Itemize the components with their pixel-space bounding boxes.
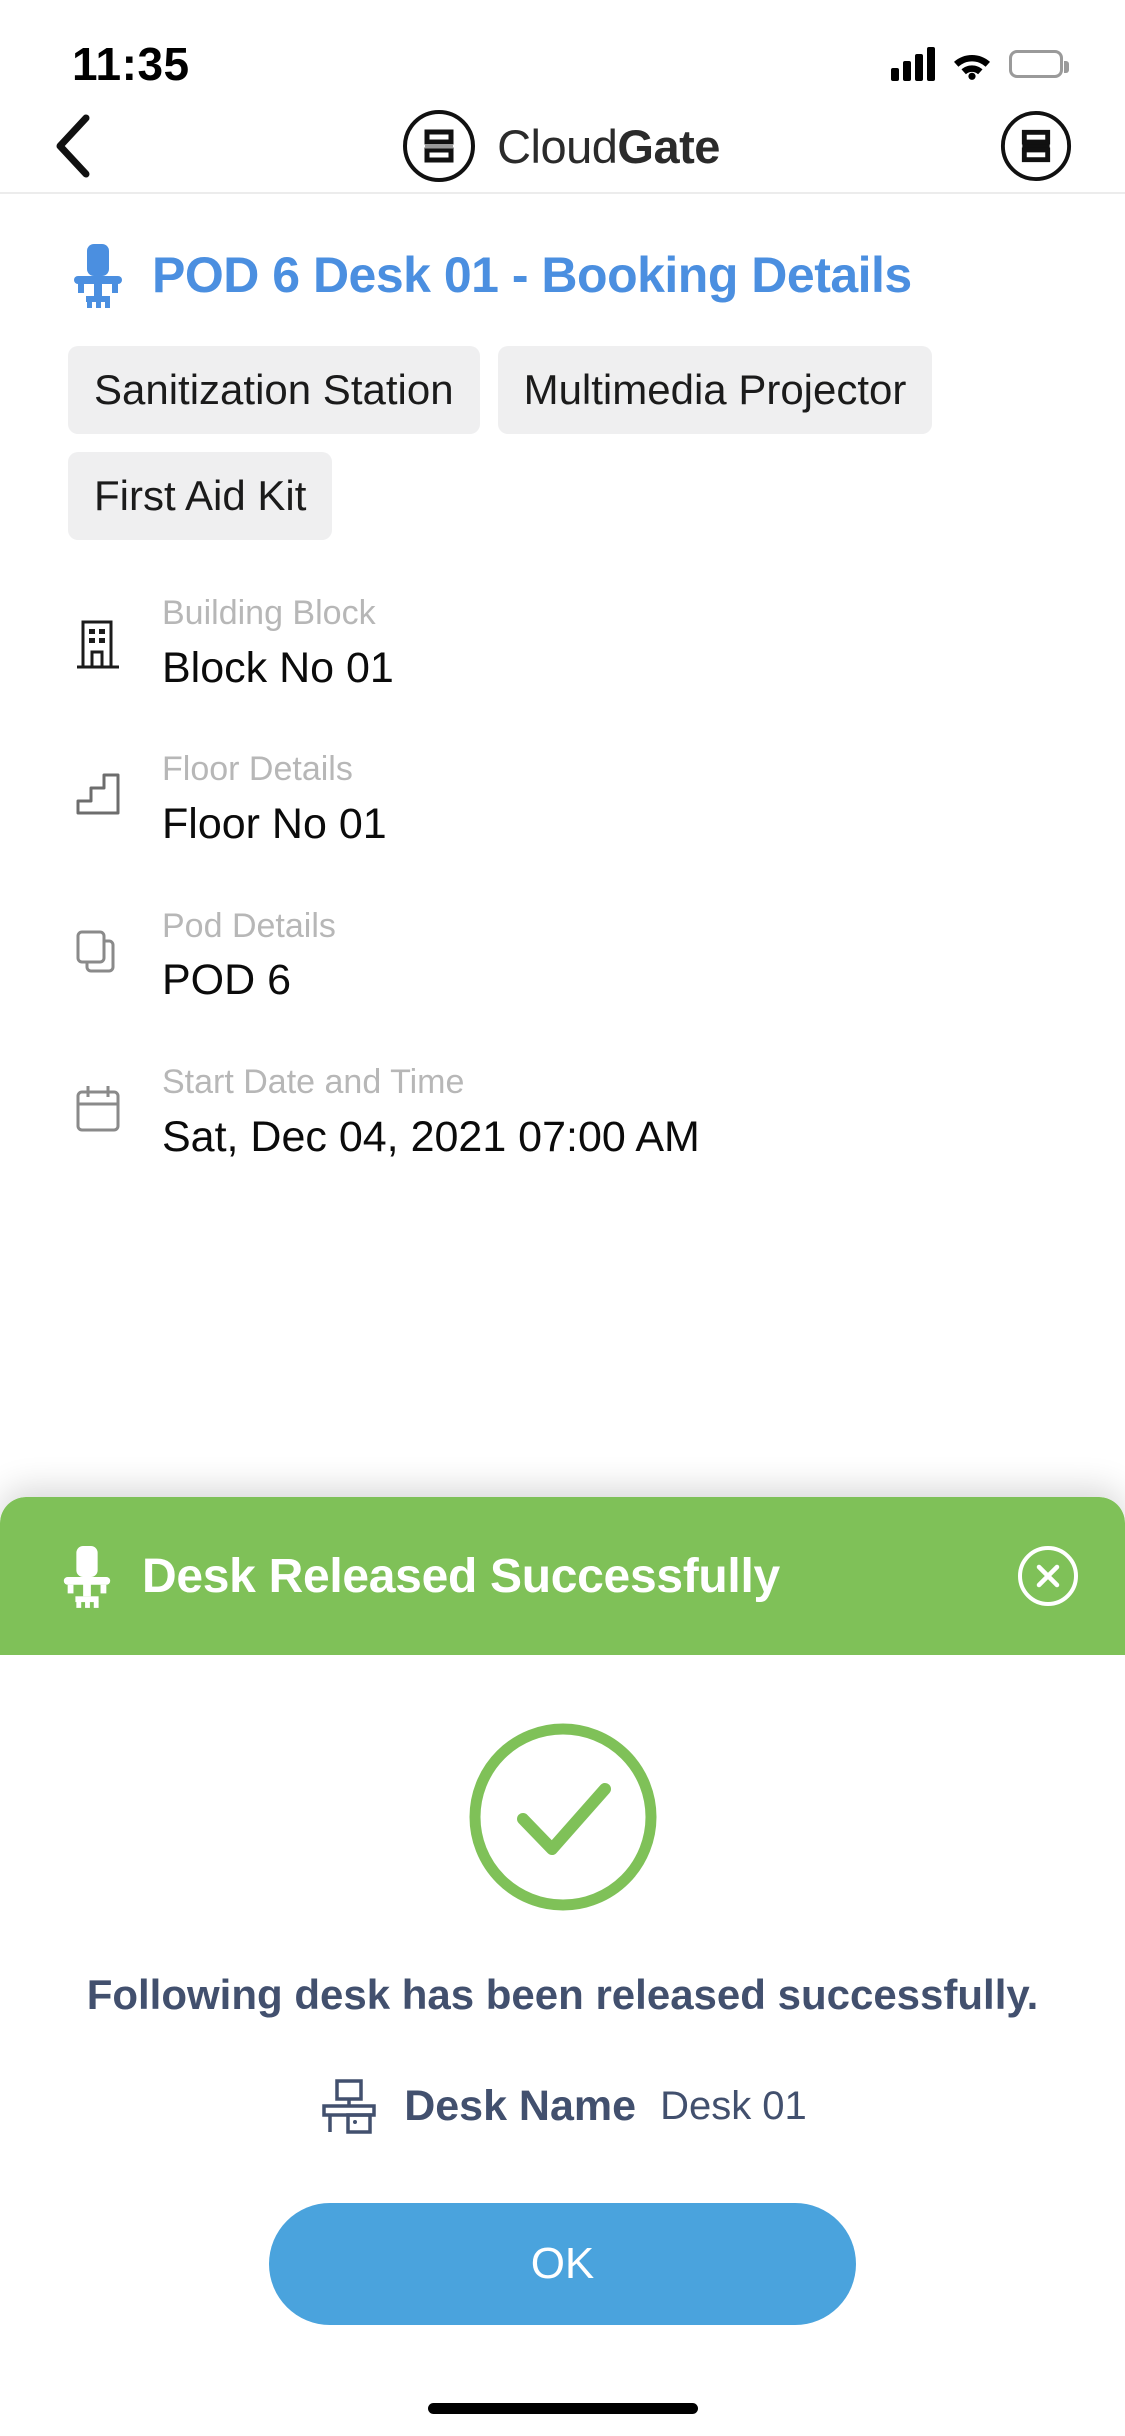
page-title: POD 6 Desk 01 - Booking Details (152, 247, 912, 303)
desk-chair-icon (74, 244, 122, 308)
amenity-chip[interactable]: Sanitization Station (68, 346, 480, 434)
wifi-icon (954, 55, 990, 80)
status-indicators (891, 47, 1069, 81)
cellular-bars-icon (891, 47, 935, 81)
check-circle-icon (469, 1723, 656, 1911)
detail-icon-wrap (68, 592, 128, 672)
desk-name-row: Desk Name Desk 01 (0, 2075, 1125, 2137)
desk-monitor-icon (322, 2079, 376, 2134)
back-button[interactable] (52, 111, 122, 181)
sheet-body: Following desk has been released success… (0, 1655, 1125, 2436)
detail-text-wrap: Building Block Block No 01 (162, 592, 394, 696)
detail-label: Pod Details (162, 906, 336, 945)
desk-name-value: Desk 01 (660, 2083, 807, 2128)
cloudgate-logo-icon (403, 110, 476, 182)
detail-value: Floor No 01 (162, 799, 387, 848)
amenity-chip-list: Sanitization Station Multimedia Projecto… (68, 346, 1057, 540)
detail-row-floor-details: Floor Details Floor No 01 (68, 748, 1057, 852)
page-title-row: POD 6 Desk 01 - Booking Details (68, 242, 1057, 308)
detail-label: Building Block (162, 594, 376, 632)
cloudgate-menu-icon (1000, 110, 1072, 182)
detail-value: POD 6 (162, 956, 292, 1005)
sheet-banner: Desk Released Successfully (0, 1497, 1125, 1655)
home-indicator[interactable] (427, 2403, 698, 2414)
app-screen: 11:35 CloudGate POD 6 Desk 01 - Booking … (0, 0, 1125, 2436)
detail-text-wrap: Floor Details Floor No 01 (162, 748, 387, 852)
detail-row-pod-details: Pod Details POD 6 (68, 905, 1057, 1009)
desk-chair-icon (63, 1546, 111, 1608)
home-indicator-area (0, 2325, 1125, 2436)
brand-name-first: Cloud (497, 119, 618, 173)
brand-name-second: Gate (617, 119, 720, 173)
detail-row-building-block: Building Block Block No 01 (68, 592, 1057, 696)
success-message: Following desk has been released success… (86, 1971, 1039, 2018)
brand-text: CloudGate (497, 119, 720, 174)
status-bar: 11:35 (0, 0, 1125, 100)
booking-details-content: POD 6 Desk 01 - Booking Details Sanitiza… (0, 242, 1125, 1166)
menu-button[interactable] (999, 109, 1073, 183)
success-bottom-sheet: Desk Released Successfully Following des… (0, 1497, 1125, 2436)
battery-icon (1009, 50, 1069, 78)
close-circle-icon (1018, 1546, 1078, 1606)
sheet-banner-title: Desk Released Successfully (142, 1549, 780, 1603)
detail-icon-wrap (68, 905, 128, 979)
navigation-bar: CloudGate (0, 100, 1125, 194)
chevron-left-icon (56, 114, 90, 178)
brand-logo: CloudGate (401, 108, 720, 184)
detail-row-start-date: Start Date and Time Sat, Dec 04, 2021 07… (68, 1061, 1057, 1165)
detail-text-wrap: Pod Details POD 6 (162, 905, 336, 1009)
pod-layers-icon (76, 930, 115, 973)
desk-name-label: Desk Name (404, 2081, 637, 2130)
stairs-icon (76, 773, 120, 815)
close-button[interactable] (1017, 1545, 1079, 1607)
detail-text-wrap: Start Date and Time Sat, Dec 04, 2021 07… (162, 1061, 700, 1165)
building-icon (77, 620, 119, 669)
amenity-chip[interactable]: Multimedia Projector (497, 346, 933, 434)
detail-value: Block No 01 (162, 643, 394, 692)
status-time: 11:35 (72, 38, 190, 90)
detail-label: Floor Details (162, 750, 353, 789)
detail-icon-wrap (68, 1061, 128, 1135)
amenity-chip[interactable]: First Aid Kit (68, 452, 333, 540)
detail-label: Start Date and Time (162, 1063, 465, 1102)
detail-icon-wrap (68, 748, 128, 820)
ok-button[interactable]: OK (269, 2203, 856, 2325)
success-icon-wrap (0, 1719, 1125, 1915)
calendar-icon (76, 1086, 120, 1132)
ok-button-wrap: OK (0, 2203, 1125, 2325)
detail-value: Sat, Dec 04, 2021 07:00 AM (162, 1112, 700, 1161)
